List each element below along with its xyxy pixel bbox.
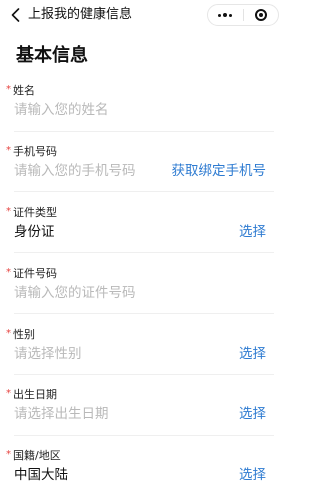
field-label: * 证件号码 (6, 267, 57, 282)
id-type-value[interactable]: 身份证 (14, 223, 55, 241)
field-label-text: 证件类型 (13, 206, 57, 219)
divider (14, 374, 274, 375)
required-mark: * (6, 145, 11, 156)
field-label-text: 手机号码 (13, 145, 57, 158)
required-mark: * (6, 328, 11, 339)
mini-program-capsule (207, 4, 279, 26)
required-mark: * (6, 267, 11, 278)
field-label: * 出生日期 (6, 388, 57, 403)
nav-bar: 上报我的健康信息 (0, 0, 288, 30)
field-label: * 证件类型 (6, 206, 57, 221)
field-label: * 姓名 (6, 84, 35, 99)
field-label: * 手机号码 (6, 145, 57, 160)
field-label-text: 国籍/地区 (13, 449, 61, 462)
more-button[interactable] (208, 5, 243, 25)
target-icon (254, 9, 267, 21)
chevron-left-icon (11, 8, 19, 22)
more-dots-icon (218, 13, 233, 17)
field-label-text: 姓名 (13, 84, 35, 97)
gender-select-button[interactable]: 选择 (239, 345, 266, 363)
nationality-select-button[interactable]: 选择 (239, 466, 266, 484)
id-number-input[interactable]: 请输入您的证件号码 (14, 284, 136, 302)
back-button[interactable] (8, 6, 22, 24)
divider (14, 435, 274, 436)
required-mark: * (6, 84, 11, 95)
birth-date-value[interactable]: 请选择出生日期 (14, 405, 109, 423)
close-mini-program-button[interactable] (244, 5, 279, 25)
birth-date-select-button[interactable]: 选择 (239, 405, 266, 423)
field-label-text: 性别 (13, 328, 35, 341)
required-mark: * (6, 388, 11, 399)
gender-value[interactable]: 请选择性别 (14, 345, 82, 363)
name-input[interactable]: 请输入您的姓名 (14, 101, 109, 119)
nationality-value[interactable]: 中国大陆 (14, 466, 68, 484)
field-label: * 性别 (6, 328, 35, 343)
required-mark: * (6, 206, 11, 217)
get-bound-phone-button[interactable]: 获取绑定手机号 (172, 162, 267, 180)
field-label-text: 证件号码 (13, 267, 57, 280)
divider (14, 191, 274, 192)
required-mark: * (6, 449, 11, 460)
field-label: * 国籍/地区 (6, 449, 61, 464)
field-label-text: 出生日期 (13, 388, 57, 401)
page-title: 基本信息 (16, 45, 88, 66)
divider (14, 131, 274, 132)
divider (14, 313, 274, 314)
id-type-select-button[interactable]: 选择 (239, 223, 266, 241)
phone-input[interactable]: 请输入您的手机号码 (14, 162, 136, 180)
nav-title: 上报我的健康信息 (28, 7, 133, 22)
divider (14, 252, 274, 253)
